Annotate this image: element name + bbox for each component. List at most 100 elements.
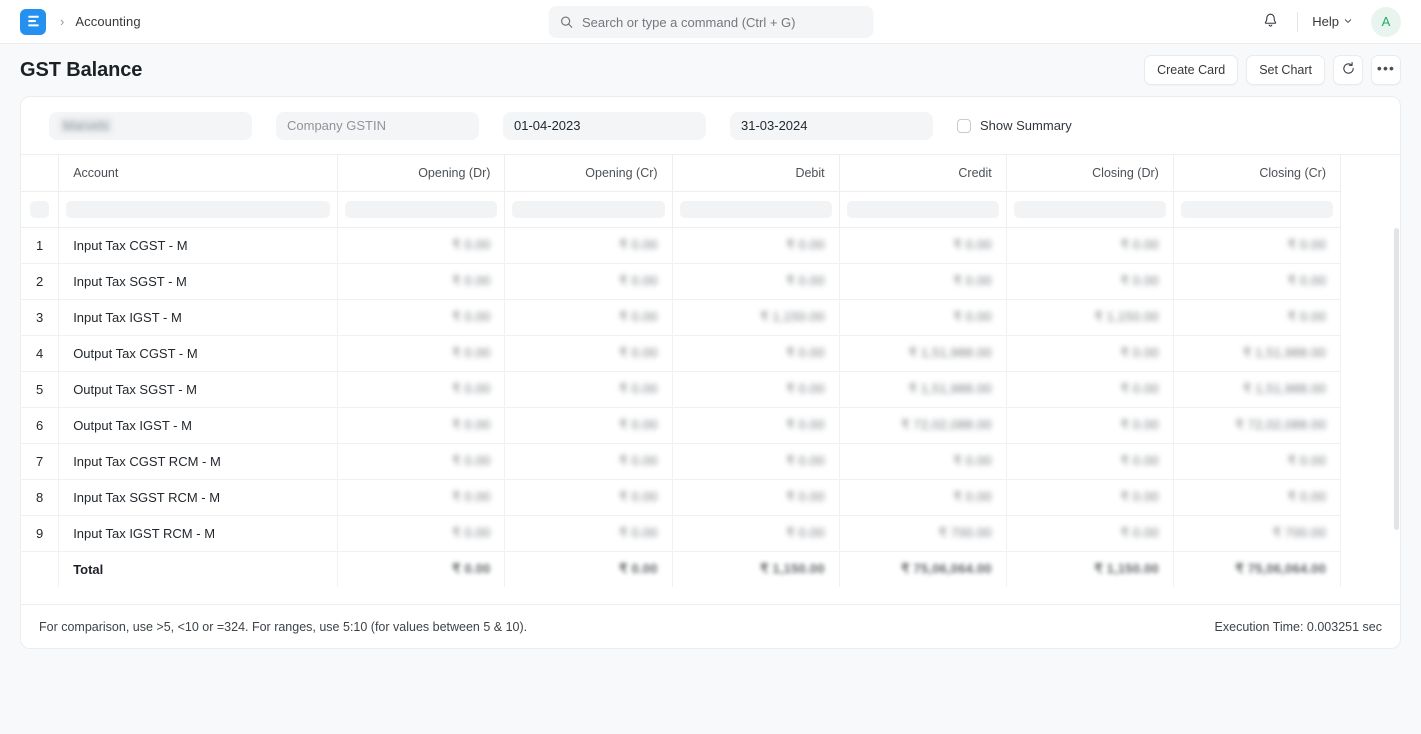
cell-closing-dr[interactable]: ₹ 0.00 xyxy=(1006,371,1174,408)
column-filter-debit[interactable] xyxy=(672,191,840,228)
table-row[interactable]: 1 Input Tax CGST - M ₹ 0.00 ₹ 0.00 ₹ 0.00 ₹ 0… xyxy=(21,227,1342,264)
cell-opening-dr[interactable]: ₹ 0.00 xyxy=(337,371,506,408)
table-row[interactable]: 2 Input Tax SGST - M ₹ 0.00 ₹ 0.00 ₹ 0.00 ₹ 0… xyxy=(21,263,1342,300)
cell-opening-dr[interactable]: ₹ 0.00 xyxy=(337,227,506,264)
column-filter-closing-cr[interactable] xyxy=(1173,191,1342,228)
cell-account[interactable]: Input Tax SGST - M xyxy=(58,263,339,300)
show-summary-checkbox[interactable] xyxy=(957,118,971,133)
column-filter-closing-dr[interactable] xyxy=(1006,191,1174,228)
cell-closing-cr[interactable]: ₹ 1,51,988.00 xyxy=(1173,371,1342,408)
column-header-closing-dr[interactable]: Closing (Dr) xyxy=(1006,155,1174,192)
cell-closing-cr[interactable]: ₹ 0.00 xyxy=(1173,227,1342,264)
from-date-filter-input[interactable]: 01-04-2023 xyxy=(503,111,706,140)
cell-account[interactable]: Input Tax CGST - M xyxy=(58,227,339,264)
notifications-button[interactable] xyxy=(1255,7,1285,37)
avatar[interactable]: A xyxy=(1371,6,1401,37)
cell-closing-dr[interactable]: ₹ 0.00 xyxy=(1006,227,1174,264)
cell-opening-dr[interactable]: ₹ 0.00 xyxy=(337,335,506,372)
cell-opening-cr[interactable]: ₹ 0.00 xyxy=(504,443,673,480)
cell-credit[interactable]: ₹ 0.00 xyxy=(839,227,1007,264)
cell-opening-dr[interactable]: ₹ 0.00 xyxy=(337,515,506,552)
cell-closing-cr[interactable]: ₹ 0.00 xyxy=(1173,479,1342,516)
breadcrumb-accounting[interactable]: Accounting xyxy=(75,14,140,29)
cell-closing-dr[interactable]: ₹ 0.00 xyxy=(1006,515,1174,552)
refresh-button[interactable] xyxy=(1333,55,1363,85)
cell-debit[interactable]: ₹ 0.00 xyxy=(672,227,840,264)
cell-closing-cr[interactable]: ₹ 72,02,088.00 xyxy=(1173,407,1342,444)
cell-credit[interactable]: ₹ 72,02,088.00 xyxy=(839,407,1007,444)
cell-account[interactable]: Output Tax IGST - M xyxy=(58,407,339,444)
table-row[interactable]: 5 Output Tax SGST - M ₹ 0.00 ₹ 0.00 ₹ 0.00 ₹ … xyxy=(21,371,1342,408)
cell-closing-cr[interactable]: ₹ 700.00 xyxy=(1173,515,1342,552)
column-filter-index[interactable] xyxy=(21,191,60,228)
cell-debit[interactable]: ₹ 1,150.00 xyxy=(672,299,840,336)
cell-debit[interactable]: ₹ 0.00 xyxy=(672,407,840,444)
column-filter-credit[interactable] xyxy=(839,191,1007,228)
column-header-opening-cr[interactable]: Opening (Cr) xyxy=(504,155,673,192)
cell-opening-dr[interactable]: ₹ 0.00 xyxy=(337,443,506,480)
column-filter-opening-dr[interactable] xyxy=(337,191,506,228)
search-box[interactable]: Search or type a command (Ctrl + G) xyxy=(548,6,873,38)
cell-opening-dr[interactable]: ₹ 0.00 xyxy=(337,407,506,444)
cell-opening-cr[interactable]: ₹ 0.00 xyxy=(504,515,673,552)
cell-account[interactable]: Input Tax SGST RCM - M xyxy=(58,479,339,516)
cell-account[interactable]: Input Tax CGST RCM - M xyxy=(58,443,339,480)
cell-opening-cr[interactable]: ₹ 0.00 xyxy=(504,479,673,516)
cell-credit[interactable]: ₹ 0.00 xyxy=(839,299,1007,336)
cell-opening-cr[interactable]: ₹ 0.00 xyxy=(504,371,673,408)
help-menu-button[interactable]: Help xyxy=(1310,10,1355,33)
cell-debit[interactable]: ₹ 0.00 xyxy=(672,371,840,408)
table-row[interactable]: 8 Input Tax SGST RCM - M ₹ 0.00 ₹ 0.00 ₹ 0.0… xyxy=(21,479,1342,516)
set-chart-button[interactable]: Set Chart xyxy=(1246,55,1325,85)
cell-debit[interactable]: ₹ 0.00 xyxy=(672,443,840,480)
cell-closing-cr[interactable]: ₹ 0.00 xyxy=(1173,443,1342,480)
cell-opening-dr[interactable]: ₹ 0.00 xyxy=(337,263,506,300)
cell-debit[interactable]: ₹ 0.00 xyxy=(672,263,840,300)
cell-closing-dr[interactable]: ₹ 0.00 xyxy=(1006,479,1174,516)
cell-debit[interactable]: ₹ 0.00 xyxy=(672,335,840,372)
cell-opening-cr[interactable]: ₹ 0.00 xyxy=(504,263,673,300)
column-header-debit[interactable]: Debit xyxy=(672,155,840,192)
cell-closing-dr[interactable]: ₹ 0.00 xyxy=(1006,335,1174,372)
cell-account[interactable]: Input Tax IGST RCM - M xyxy=(58,515,339,552)
table-row[interactable]: 3 Input Tax IGST - M ₹ 0.00 ₹ 0.00 ₹ 1,150.0… xyxy=(21,299,1342,336)
column-filter-account[interactable] xyxy=(58,191,339,228)
column-header-credit[interactable]: Credit xyxy=(839,155,1007,192)
cell-opening-dr[interactable]: ₹ 0.00 xyxy=(337,479,506,516)
column-header-opening-dr[interactable]: Opening (Dr) xyxy=(337,155,506,192)
cell-closing-dr[interactable]: ₹ 0.00 xyxy=(1006,407,1174,444)
to-date-filter-input[interactable]: 31-03-2024 xyxy=(730,111,933,140)
table-vertical-scrollbar[interactable] xyxy=(1394,228,1399,530)
cell-opening-cr[interactable]: ₹ 0.00 xyxy=(504,227,673,264)
cell-credit[interactable]: ₹ 0.00 xyxy=(839,479,1007,516)
cell-closing-dr[interactable]: ₹ 1,150.00 xyxy=(1006,299,1174,336)
table-row[interactable]: 6 Output Tax IGST - M ₹ 0.00 ₹ 0.00 ₹ 0.00 ₹ … xyxy=(21,407,1342,444)
cell-credit[interactable]: ₹ 0.00 xyxy=(839,263,1007,300)
column-header-closing-cr[interactable]: Closing (Cr) xyxy=(1173,155,1342,192)
column-header-account[interactable]: Account xyxy=(58,155,339,192)
company-filter-input[interactable]: Marvels xyxy=(49,111,252,140)
cell-opening-cr[interactable]: ₹ 0.00 xyxy=(504,299,673,336)
show-summary-toggle[interactable]: Show Summary xyxy=(957,118,1072,133)
global-search[interactable]: Search or type a command (Ctrl + G) xyxy=(548,6,873,38)
table-row[interactable]: 4 Output Tax CGST - M ₹ 0.00 ₹ 0.00 ₹ 0.00 ₹ … xyxy=(21,335,1342,372)
cell-closing-dr[interactable]: ₹ 0.00 xyxy=(1006,263,1174,300)
cell-closing-dr[interactable]: ₹ 0.00 xyxy=(1006,443,1174,480)
cell-opening-dr[interactable]: ₹ 0.00 xyxy=(337,299,506,336)
cell-credit[interactable]: ₹ 1,51,988.00 xyxy=(839,335,1007,372)
create-card-button[interactable]: Create Card xyxy=(1144,55,1239,85)
cell-debit[interactable]: ₹ 0.00 xyxy=(672,515,840,552)
cell-account[interactable]: Input Tax IGST - M xyxy=(58,299,339,336)
cell-debit[interactable]: ₹ 0.00 xyxy=(672,479,840,516)
cell-account[interactable]: Output Tax SGST - M xyxy=(58,371,339,408)
column-filter-opening-cr[interactable] xyxy=(504,191,673,228)
cell-closing-cr[interactable]: ₹ 1,51,988.00 xyxy=(1173,335,1342,372)
frappe-books-logo[interactable] xyxy=(20,8,46,35)
cell-credit[interactable]: ₹ 700.00 xyxy=(839,515,1007,552)
cell-opening-cr[interactable]: ₹ 0.00 xyxy=(504,335,673,372)
cell-credit[interactable]: ₹ 0.00 xyxy=(839,443,1007,480)
cell-account[interactable]: Output Tax CGST - M xyxy=(58,335,339,372)
company-gstin-filter-input[interactable]: Company GSTIN xyxy=(276,111,479,140)
cell-credit[interactable]: ₹ 1,51,988.00 xyxy=(839,371,1007,408)
cell-opening-cr[interactable]: ₹ 0.00 xyxy=(504,407,673,444)
